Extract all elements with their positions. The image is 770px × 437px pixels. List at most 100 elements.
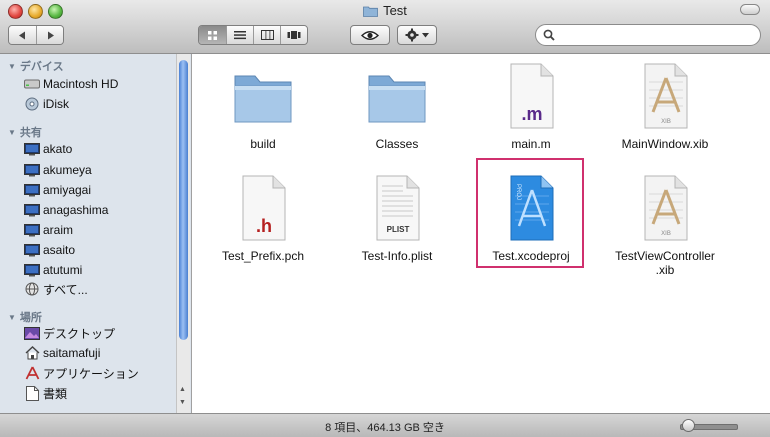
sidebar-section-shared[interactable]: ▼ 共有	[8, 124, 42, 140]
folder-icon	[368, 75, 426, 123]
sidebar-item-applications[interactable]: アプリケーション	[24, 364, 139, 382]
grid-icon	[208, 30, 217, 40]
quick-look-button[interactable]	[350, 25, 390, 45]
toolbar-toggle-button[interactable]	[740, 4, 760, 15]
monitor-icon	[24, 163, 40, 176]
file-name: MainWindow.xib	[621, 137, 709, 151]
triangle-right-icon	[47, 31, 54, 39]
sidebar-item-macintosh-hd[interactable]: Macintosh HD	[24, 75, 118, 93]
scroll-down-arrow-icon[interactable]: ▼	[179, 399, 186, 406]
hard-disk-icon	[24, 79, 40, 89]
sidebar: ▼ デバイス Macintosh HD iDisk ▼ 共有 akato akume…	[0, 54, 192, 413]
network-globe-icon	[25, 282, 39, 296]
window-title: Test	[383, 3, 407, 18]
sidebar-item-desktop[interactable]: デスクトップ	[24, 324, 115, 342]
search-icon	[543, 29, 555, 41]
search-input[interactable]	[558, 27, 757, 44]
sidebar-item-araim[interactable]: araim	[24, 221, 73, 239]
sidebar-item-label: atutumi	[43, 263, 83, 277]
sidebar-item-label: asaito	[43, 243, 76, 257]
back-forward-control	[8, 25, 64, 45]
file-item-mainwindow-xib[interactable]: XIB MainWindow.xib	[595, 62, 735, 151]
sidebar-item-home[interactable]: saitamafuji	[24, 344, 100, 362]
sidebar-item-label: anagashima	[43, 203, 109, 217]
eye-icon	[361, 30, 379, 40]
file-badge: XIB	[661, 119, 671, 125]
applications-icon	[25, 366, 39, 380]
file-name: Classes	[375, 137, 419, 151]
idisk-icon	[25, 97, 39, 111]
sidebar-item-akato[interactable]: akato	[24, 140, 72, 158]
objc-source-file-icon: .m	[510, 63, 554, 129]
monitor-icon	[24, 223, 40, 236]
sidebar-item-akumeya[interactable]: akumeya	[24, 161, 92, 179]
status-text: 8 項目、464.13 GB 空き	[325, 422, 445, 434]
sidebar-item-all[interactable]: すべて...	[24, 280, 88, 298]
columns-icon	[260, 30, 274, 40]
xib-file-icon: XIB	[644, 63, 688, 129]
sidebar-item-amiyagai[interactable]: amiyagai	[24, 181, 91, 199]
file-item-testviewcontroller-xib[interactable]: XIB TestViewController .xib	[595, 174, 735, 277]
folder-icon	[363, 6, 378, 17]
scroll-up-arrow-icon[interactable]: ▲	[179, 386, 186, 393]
back-button[interactable]	[9, 26, 36, 44]
sidebar-item-documents[interactable]: 書類	[24, 384, 67, 402]
file-badge: .h	[256, 216, 272, 236]
list-view-button[interactable]	[226, 26, 253, 44]
chevron-down-icon	[422, 32, 429, 37]
file-name-line-1: TestViewController	[615, 249, 715, 263]
forward-button[interactable]	[36, 26, 63, 44]
sidebar-item-label: アプリケーション	[43, 366, 139, 381]
view-mode-control	[198, 25, 308, 45]
file-badge: XIB	[661, 231, 671, 237]
file-name-line-2: .xib	[655, 263, 675, 277]
header-file-icon: .h	[242, 175, 286, 241]
home-icon	[25, 346, 39, 360]
sidebar-item-label: amiyagai	[43, 183, 92, 197]
column-view-button[interactable]	[253, 26, 280, 44]
file-item-main-m[interactable]: .m main.m	[461, 62, 601, 151]
window-title-bar: Test	[0, 3, 770, 18]
xib-file-icon: XIB	[644, 175, 688, 241]
file-badge: PLIST	[387, 225, 410, 234]
sidebar-item-label: 書類	[43, 386, 68, 401]
file-item-test-prefix-pch[interactable]: .h Test_Prefix.pch	[193, 174, 333, 263]
file-item-classes[interactable]: Classes	[327, 66, 467, 151]
icon-view-button[interactable]	[199, 26, 226, 44]
file-name: Test_Prefix.pch	[221, 249, 305, 263]
sidebar-item-label: デスクトップ	[43, 326, 116, 341]
file-name: TestViewController .xib	[595, 249, 735, 277]
monitor-icon	[24, 263, 40, 276]
sidebar-item-label: Macintosh HD	[43, 77, 119, 91]
desktop-icon	[24, 326, 40, 340]
file-name: build	[250, 137, 276, 151]
sidebar-item-label: akato	[43, 142, 73, 156]
file-icon-grid: build Classes .m main.m XIB MainWindow.x…	[192, 54, 770, 413]
sidebar-item-atutumi[interactable]: atutumi	[24, 261, 82, 279]
status-bar: 8 項目、464.13 GB 空き	[0, 413, 770, 437]
sidebar-section-devices[interactable]: ▼ デバイス	[8, 58, 64, 74]
file-badge: .m	[521, 104, 542, 124]
file-item-test-info-plist[interactable]: PLIST Test-Info.plist	[327, 174, 467, 263]
sidebar-item-idisk[interactable]: iDisk	[24, 95, 69, 113]
plist-file-icon: PLIST	[376, 175, 420, 241]
file-name: Test-Info.plist	[361, 249, 433, 263]
gear-icon	[405, 28, 419, 42]
sidebar-item-anagashima[interactable]: anagashima	[24, 201, 108, 219]
sidebar-item-asaito[interactable]: asaito	[24, 241, 75, 259]
search-field[interactable]	[535, 24, 761, 46]
cover-flow-button[interactable]	[280, 26, 307, 44]
file-item-build[interactable]: build	[193, 66, 333, 151]
action-menu-button[interactable]	[397, 25, 437, 45]
sidebar-item-label: iDisk	[43, 97, 69, 111]
sidebar-item-label: すべて...	[43, 282, 88, 297]
sidebar-item-label: araim	[43, 223, 74, 237]
icon-size-slider-knob[interactable]	[682, 419, 695, 432]
sidebar-scrollbar[interactable]: ▲ ▼	[176, 54, 190, 413]
monitor-icon	[24, 183, 40, 196]
folder-icon	[234, 75, 292, 123]
sidebar-section-places[interactable]: ▼ 場所	[8, 309, 42, 325]
cover-flow-icon	[287, 31, 301, 39]
sidebar-scroll-thumb[interactable]	[179, 60, 188, 340]
sidebar-item-label: saitamafuji	[43, 346, 101, 360]
